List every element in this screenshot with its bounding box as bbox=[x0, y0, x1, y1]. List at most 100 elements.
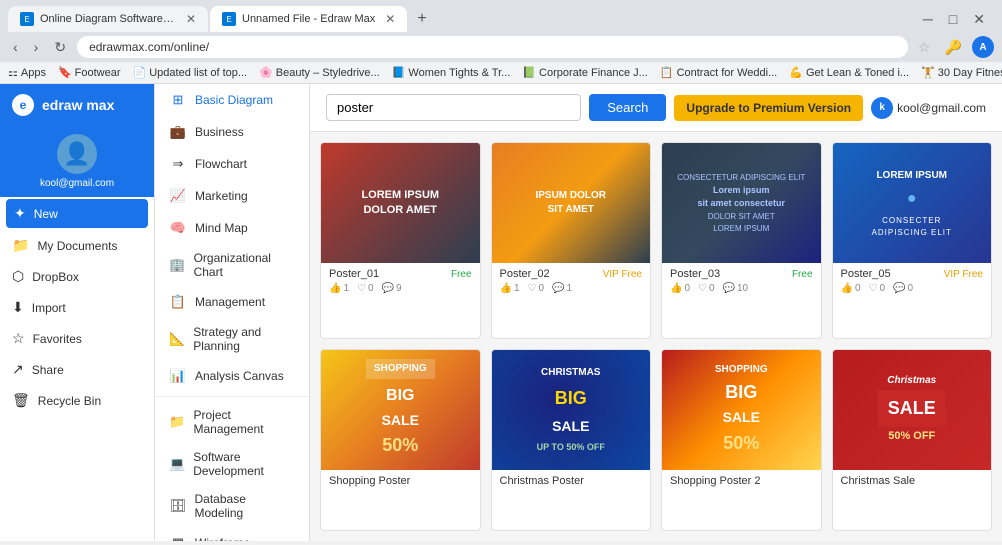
nav-item-strategy[interactable]: 📐 Strategy and Planning bbox=[155, 318, 309, 360]
nav-item-software[interactable]: 💻 Software Development bbox=[155, 443, 309, 485]
sidebar-nav: ✦ New 📁 My Documents ⬡ DropBox ⬇ Import … bbox=[0, 197, 154, 541]
poster-img-xmas1: CHRISTMAS BIG SALE UP TO 50% OFF bbox=[492, 350, 651, 470]
upgrade-button[interactable]: Upgrade to Premium Version bbox=[674, 95, 863, 121]
analysis-icon: 📊 bbox=[169, 367, 187, 385]
bookmark-beauty[interactable]: 🌸Beauty – Styledrive... bbox=[259, 66, 380, 79]
poster-03-badge: Free bbox=[792, 269, 813, 280]
nav-divider bbox=[155, 396, 309, 397]
wireframe-icon: ▦ bbox=[169, 534, 187, 541]
logo-text: edraw max bbox=[42, 97, 114, 113]
poster-card-xmas1[interactable]: CHRISTMAS BIG SALE UP TO 50% OFF Christm… bbox=[491, 349, 652, 532]
sidebar-item-new-label: New bbox=[34, 207, 58, 221]
bookmark-footwear[interactable]: 🔖Footwear bbox=[58, 66, 121, 79]
sidebar: e edraw max 👤 kool@gmail.com ✦ New 📁 My … bbox=[0, 84, 155, 541]
address-input[interactable] bbox=[77, 36, 908, 58]
app-container: e edraw max 👤 kool@gmail.com ✦ New 📁 My … bbox=[0, 84, 1002, 541]
poster-05-stats: 👍 0 ♡ 0 💬 0 bbox=[841, 283, 984, 294]
marketing-icon: 📈 bbox=[169, 187, 187, 205]
new-tab-button[interactable]: + bbox=[409, 6, 434, 32]
bookmark-lean[interactable]: 💪Get Lean & Toned i... bbox=[789, 66, 909, 79]
sidebar-item-recycle-bin-label: Recycle Bin bbox=[38, 394, 101, 408]
poster-05-hearts: ♡ 0 bbox=[869, 283, 886, 294]
tab-1[interactable]: E Online Diagram Software - Edra... ✕ bbox=[8, 6, 208, 32]
tab-2-title: Unnamed File - Edraw Max bbox=[242, 13, 375, 25]
poster-05-badge: VIP Free bbox=[944, 269, 983, 280]
bookmark-contract[interactable]: 📋Contract for Weddi... bbox=[660, 66, 777, 79]
poster-03-stats: 👍 0 ♡ 0 💬 10 bbox=[670, 283, 813, 294]
bookmark-women[interactable]: 📘Women Tights & Tr... bbox=[392, 66, 511, 79]
search-button[interactable]: Search bbox=[589, 94, 666, 121]
business-icon: 💼 bbox=[169, 123, 187, 141]
favorites-icon: ☆ bbox=[12, 330, 25, 347]
sidebar-item-recycle-bin[interactable]: 🗑 Recycle Bin bbox=[0, 385, 154, 416]
sidebar-item-import-label: Import bbox=[32, 301, 66, 315]
flowchart-icon: ⇒ bbox=[169, 155, 187, 173]
nav-item-flowchart[interactable]: ⇒ Flowchart bbox=[155, 148, 309, 180]
address-bar: ‹ › ↻ ☆ 🔑 A bbox=[0, 32, 1002, 62]
sidebar-item-favorites[interactable]: ☆ Favorites bbox=[0, 323, 154, 354]
bookmark-fitness[interactable]: 🏋30 Day Fitness Chal... bbox=[921, 66, 1002, 79]
nav-item-basic[interactable]: Basic Diagram bbox=[155, 84, 309, 116]
tab-2[interactable]: E Unnamed File - Edraw Max ✕ bbox=[210, 6, 407, 32]
nav-item-pm[interactable]: 📁 Project Management bbox=[155, 401, 309, 443]
poster-03-name: Poster_03 bbox=[670, 268, 720, 280]
new-icon: ✦ bbox=[14, 205, 26, 222]
poster-card-shop2[interactable]: SHOPPING BIG SALE 50% Shopping Poster 2 bbox=[661, 349, 822, 532]
poster-img-01: LOREM IPSUMDOLOR AMET bbox=[321, 143, 480, 263]
user-avatar-small[interactable]: A bbox=[972, 36, 994, 58]
poster-xmas1-name: Christmas Poster bbox=[500, 475, 584, 487]
poster-img-shop1: SHOPPING BIG SALE 50% bbox=[321, 350, 480, 470]
dropbox-icon: ⬡ bbox=[12, 268, 24, 285]
poster-02-likes: 👍 1 bbox=[500, 283, 520, 294]
poster-xmas2-name: Christmas Sale bbox=[841, 475, 916, 487]
back-button[interactable]: ‹ bbox=[8, 37, 23, 57]
bookmark-corporate[interactable]: 📗Corporate Finance J... bbox=[522, 66, 648, 79]
bookmark-updated[interactable]: 📄Updated list of top... bbox=[133, 66, 248, 79]
forward-button[interactable]: › bbox=[29, 37, 44, 57]
poster-name-row-shop1: Shopping Poster bbox=[329, 475, 472, 487]
search-bar: Search Upgrade to Premium Version k kool… bbox=[310, 84, 1002, 132]
poster-card-02[interactable]: IPSUM DOLORSIT AMET Poster_02 VIP Free 👍… bbox=[491, 142, 652, 339]
poster-02-badge: VIP Free bbox=[603, 269, 642, 280]
database-icon: 🗄 bbox=[169, 497, 187, 515]
key-icon[interactable]: 🔑 bbox=[941, 37, 966, 58]
bookmark-star-icon[interactable]: ☆ bbox=[914, 37, 935, 58]
poster-gallery: LOREM IPSUMDOLOR AMET Poster_01 Free 👍 1… bbox=[310, 132, 1002, 541]
refresh-button[interactable]: ↻ bbox=[49, 37, 71, 58]
nav-item-mindmap[interactable]: 🧠 Mind Map bbox=[155, 212, 309, 244]
poster-card-05[interactable]: LOREM IPSUM ● CONSECTERADIPISCING ELIT P… bbox=[832, 142, 993, 339]
poster-02-stats: 👍 1 ♡ 0 💬 1 bbox=[500, 283, 643, 294]
minimize-button[interactable]: ─ bbox=[918, 9, 938, 30]
poster-card-shop1[interactable]: SHOPPING BIG SALE 50% Shopping Poster bbox=[320, 349, 481, 532]
restore-button[interactable]: □ bbox=[944, 9, 962, 30]
nav-item-wireframe[interactable]: ▦ Wireframe bbox=[155, 527, 309, 541]
tab-2-favicon: E bbox=[222, 12, 236, 26]
user-account-avatar[interactable]: k bbox=[871, 97, 893, 119]
poster-img-03: CONSECTETUR ADIPISCING ELITLorem ipsumsi… bbox=[662, 143, 821, 263]
sidebar-item-my-documents[interactable]: 📁 My Documents bbox=[0, 230, 154, 261]
poster-img-05: LOREM IPSUM ● CONSECTERADIPISCING ELIT bbox=[833, 143, 992, 263]
poster-card-01[interactable]: LOREM IPSUMDOLOR AMET Poster_01 Free 👍 1… bbox=[320, 142, 481, 339]
nav-item-marketing[interactable]: 📈 Marketing bbox=[155, 180, 309, 212]
nav-item-management[interactable]: 📋 Management bbox=[155, 286, 309, 318]
sidebar-item-share[interactable]: ↗ Share bbox=[0, 354, 154, 385]
close-button[interactable]: ✕ bbox=[968, 9, 990, 30]
poster-03-hearts: ♡ 0 bbox=[698, 283, 715, 294]
search-input[interactable] bbox=[326, 94, 581, 121]
tab-2-close[interactable]: ✕ bbox=[385, 12, 395, 26]
sidebar-item-dropbox[interactable]: ⬡ DropBox bbox=[0, 261, 154, 292]
poster-card-03[interactable]: CONSECTETUR ADIPISCING ELITLorem ipsumsi… bbox=[661, 142, 822, 339]
bookmark-apps[interactable]: ⚏Apps bbox=[8, 66, 46, 79]
poster-img-02: IPSUM DOLORSIT AMET bbox=[492, 143, 651, 263]
sidebar-item-import[interactable]: ⬇ Import bbox=[0, 292, 154, 323]
nav-item-analysis[interactable]: 📊 Analysis Canvas bbox=[155, 360, 309, 392]
nav-item-database[interactable]: 🗄 Database Modeling bbox=[155, 485, 309, 527]
poster-footer-shop2: Shopping Poster 2 bbox=[662, 470, 821, 492]
tab-1-close[interactable]: ✕ bbox=[186, 12, 196, 26]
sidebar-item-new[interactable]: ✦ New bbox=[6, 199, 148, 228]
nav-item-orgchart[interactable]: 🏢 Organizational Chart bbox=[155, 244, 309, 286]
poster-card-xmas2[interactable]: Christmas SALE 50% OFF Christmas Sale bbox=[832, 349, 993, 532]
orgchart-icon: 🏢 bbox=[169, 256, 186, 274]
recycle-bin-icon: 🗑 bbox=[12, 392, 30, 409]
nav-item-business[interactable]: 💼 Business bbox=[155, 116, 309, 148]
